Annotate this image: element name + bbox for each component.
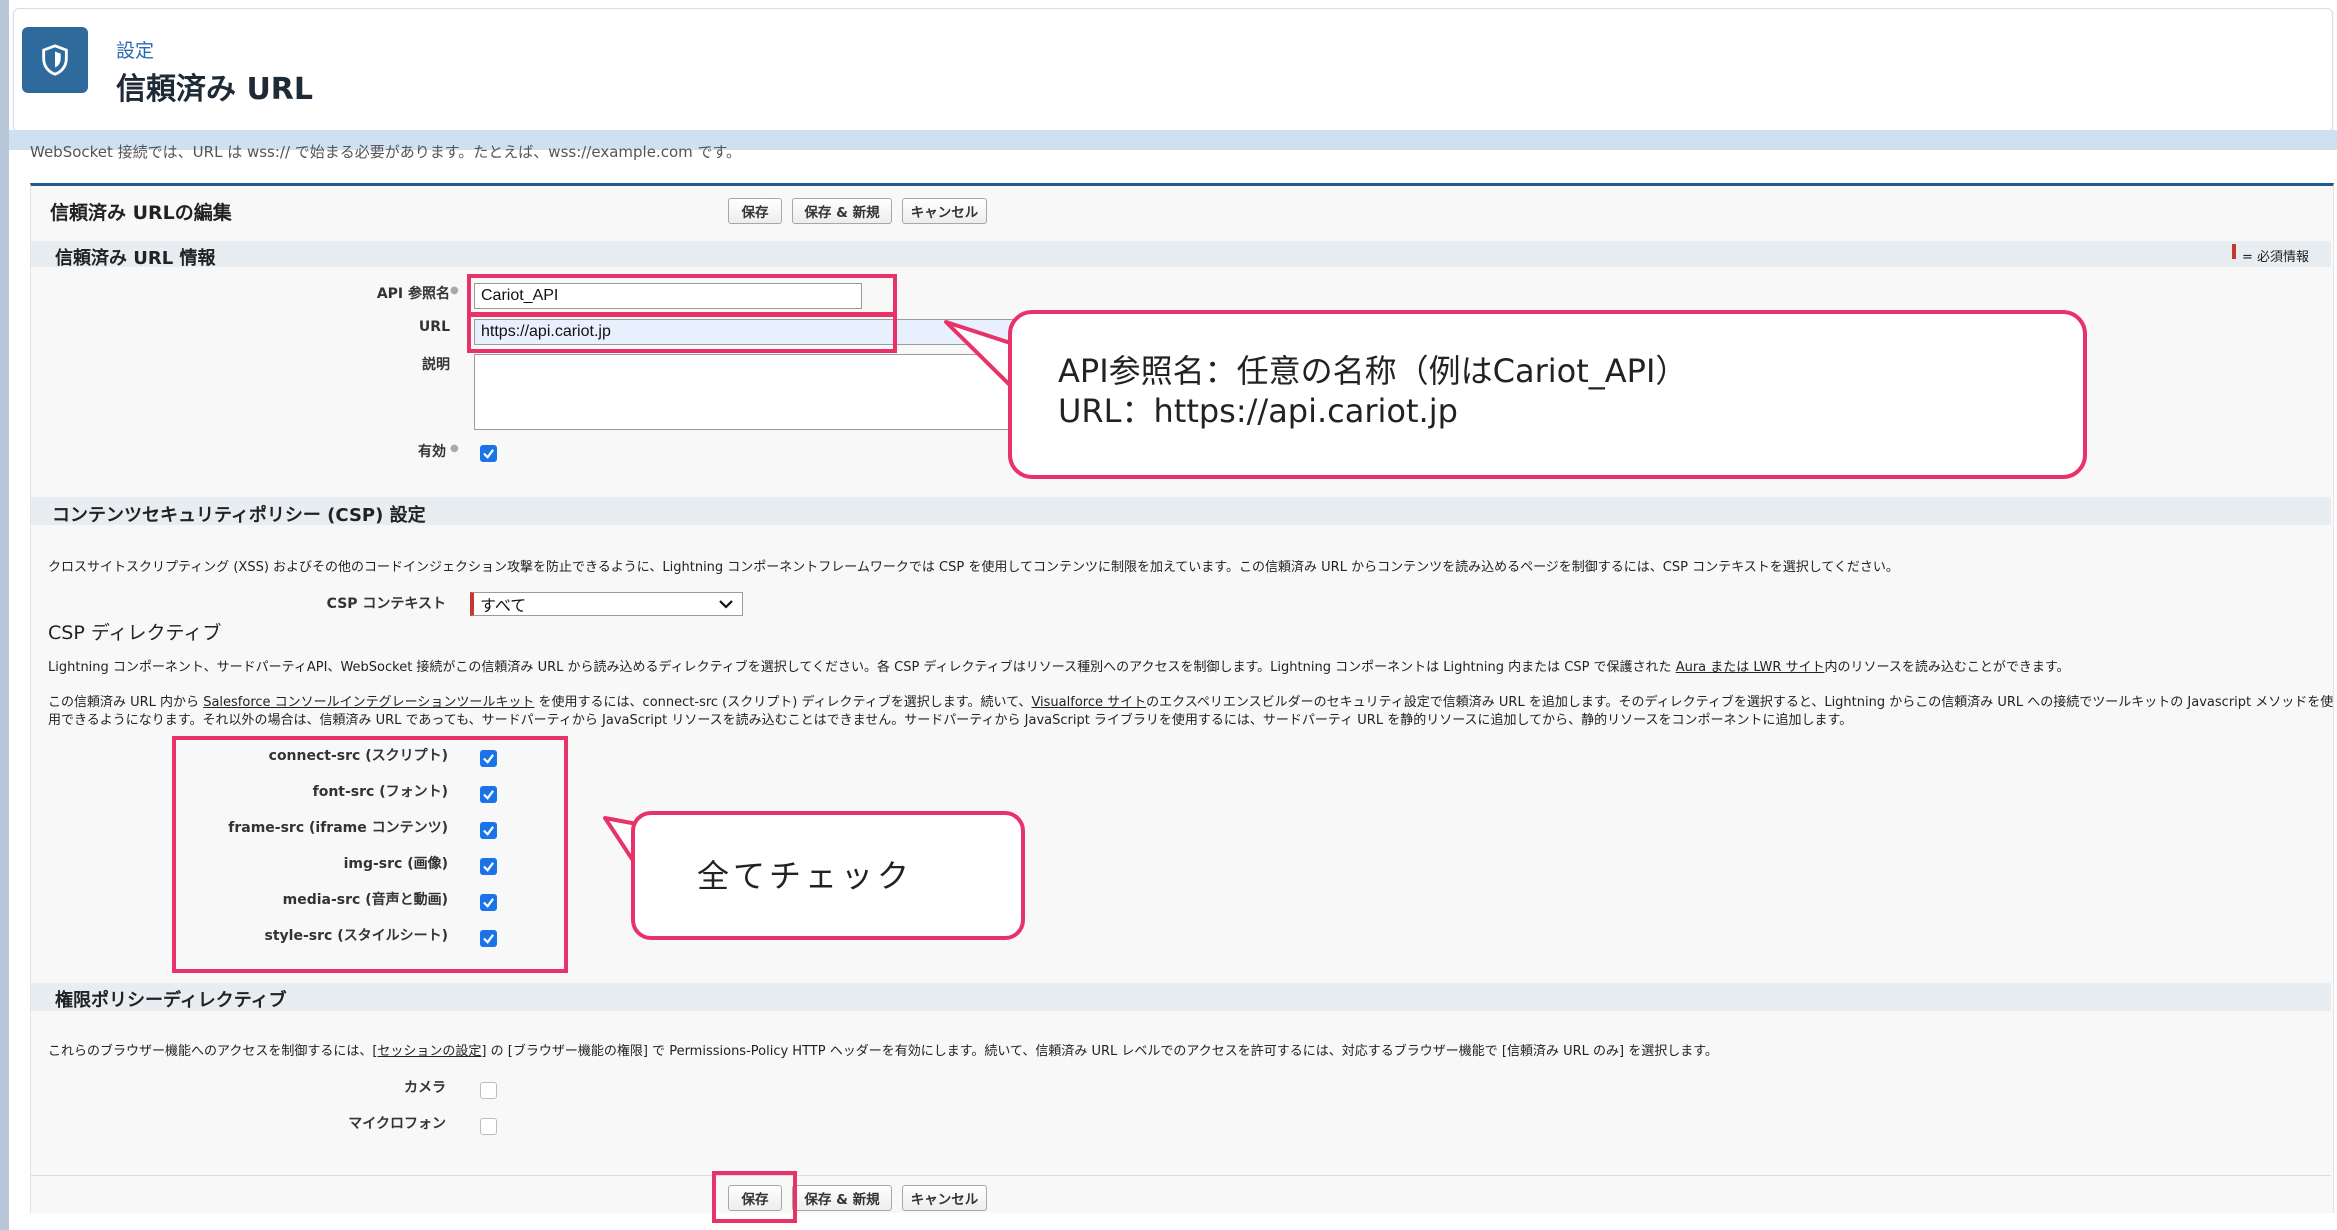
callout-shapes [603, 310, 2087, 940]
callout-url-text: URL：https://api.cariot.jp [1058, 392, 1458, 430]
callout-check-all-text: 全てチェック [697, 857, 914, 895]
callout-api-name-text: API参照名：任意の名称（例はCariot_API） [1058, 352, 1688, 390]
